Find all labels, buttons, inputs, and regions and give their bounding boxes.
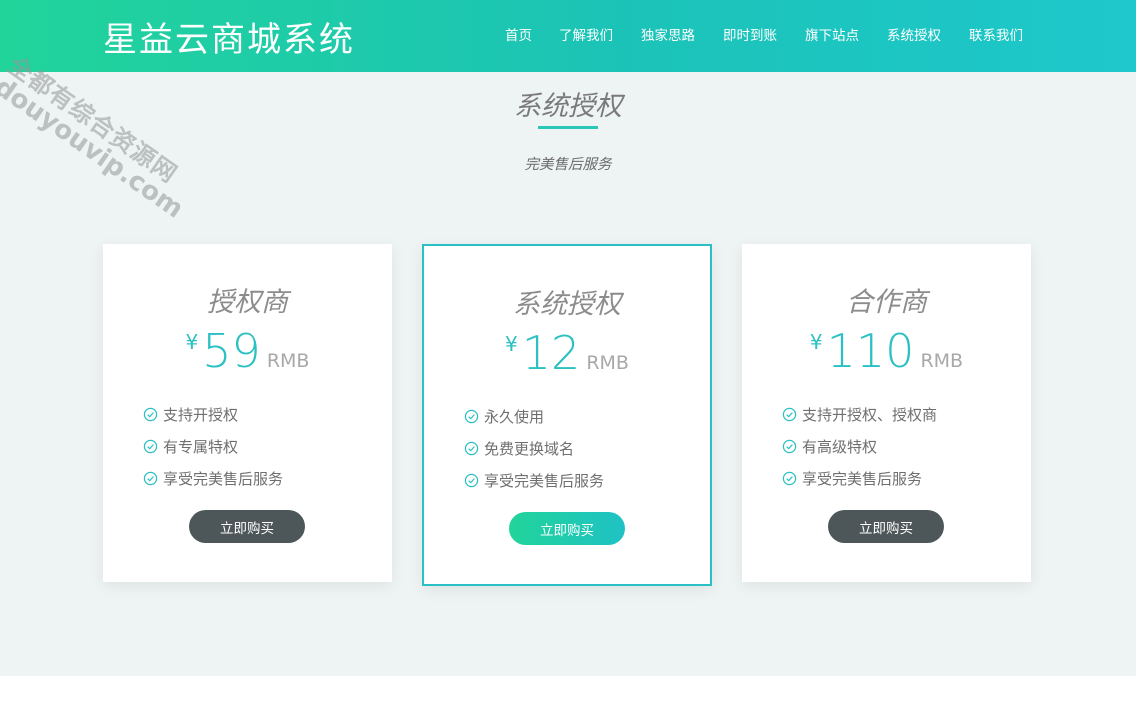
currency-symbol: ¥ [505,332,518,356]
section-subtitle: 完美售后服务 [524,157,612,173]
feature-text: 享受完美售后服务 [484,471,605,490]
price-unit: RMB [920,350,964,372]
nav-about[interactable]: 了解我们 [559,24,613,44]
feature-list: 永久使用 免费更换域名 享受完美售后服务 [464,400,604,496]
nav-home[interactable]: 首页 [505,24,532,44]
check-circle-icon [782,407,797,421]
feature-text: 永久使用 [484,407,545,426]
feature-item: 享受完美售后服务 [464,464,604,496]
buy-button[interactable]: 立即购买 [509,512,625,545]
feature-list: 支持开授权、授权商 有高级特权 享受完美售后服务 [782,398,937,494]
check-circle-icon [143,407,158,421]
feature-item: 享受完美售后服务 [782,462,937,494]
pricing-card-reseller: 授权商 ¥59 RMB 支持开授权 有专属特权 享受完美售后服务 立即购买 [103,244,392,582]
currency-symbol: ¥ [185,330,199,354]
pricing-card-system-license: 系统授权 ¥12 RMB 永久使用 免费更换域名 享受完美售后服务 立即购买 [422,244,712,586]
feature-text: 免费更换域名 [484,439,575,458]
feature-text: 有高级特权 [802,437,878,456]
footer-strip [0,676,1136,706]
site-logo[interactable]: 星益云商城系统 [103,12,355,61]
feature-text: 享受完美售后服务 [163,469,284,488]
nav-contact[interactable]: 联系我们 [969,24,1023,44]
nav-license[interactable]: 系统授权 [887,24,941,44]
price-unit: RMB [586,352,629,374]
check-circle-icon [143,439,158,453]
price-unit: RMB [266,350,310,372]
check-circle-icon [782,439,797,453]
feature-item: 免费更换域名 [464,432,604,464]
feature-item: 享受完美售后服务 [143,462,283,494]
feature-text: 支持开授权、授权商 [802,405,938,424]
section-title: 系统授权 [514,91,622,122]
feature-text: 享受完美售后服务 [802,469,923,488]
price: ¥59 RMB [103,324,392,378]
feature-item: 支持开授权、授权商 [782,398,937,430]
feature-item: 有高级特权 [782,430,937,462]
check-circle-icon [782,471,797,485]
price-amount: 59 [202,324,261,378]
check-circle-icon [464,409,479,423]
buy-button[interactable]: 立即购买 [828,510,944,543]
plan-name: 系统授权 [513,289,621,320]
nav-instant-payment[interactable]: 即时到账 [723,24,777,44]
check-circle-icon [464,441,479,455]
feature-item: 永久使用 [464,400,604,432]
title-underline [538,126,598,129]
price-amount: 110 [826,324,915,378]
nav-ideas[interactable]: 独家思路 [641,24,695,44]
pricing-card-partner: 合作商 ¥110 RMB 支持开授权、授权商 有高级特权 享受完美售后服务 立即购… [742,244,1031,582]
price: ¥12 RMB [424,326,710,380]
plan-name: 合作商 [846,287,927,318]
plan-name: 授权商 [207,287,288,318]
check-circle-icon [464,473,479,487]
currency-symbol: ¥ [809,330,823,354]
price-amount: 12 [521,326,581,380]
buy-button[interactable]: 立即购买 [189,510,305,543]
feature-item: 支持开授权 [143,398,283,430]
feature-item: 有专属特权 [143,430,283,462]
price: ¥110 RMB [742,324,1031,378]
site-header: 星益云商城系统 首页 了解我们 独家思路 即时到账 旗下站点 系统授权 联系我们 [0,0,1136,72]
check-circle-icon [143,471,158,485]
nav-sites[interactable]: 旗下站点 [805,24,859,44]
feature-list: 支持开授权 有专属特权 享受完美售后服务 [143,398,283,494]
feature-text: 有专属特权 [163,437,239,456]
feature-text: 支持开授权 [163,405,239,424]
